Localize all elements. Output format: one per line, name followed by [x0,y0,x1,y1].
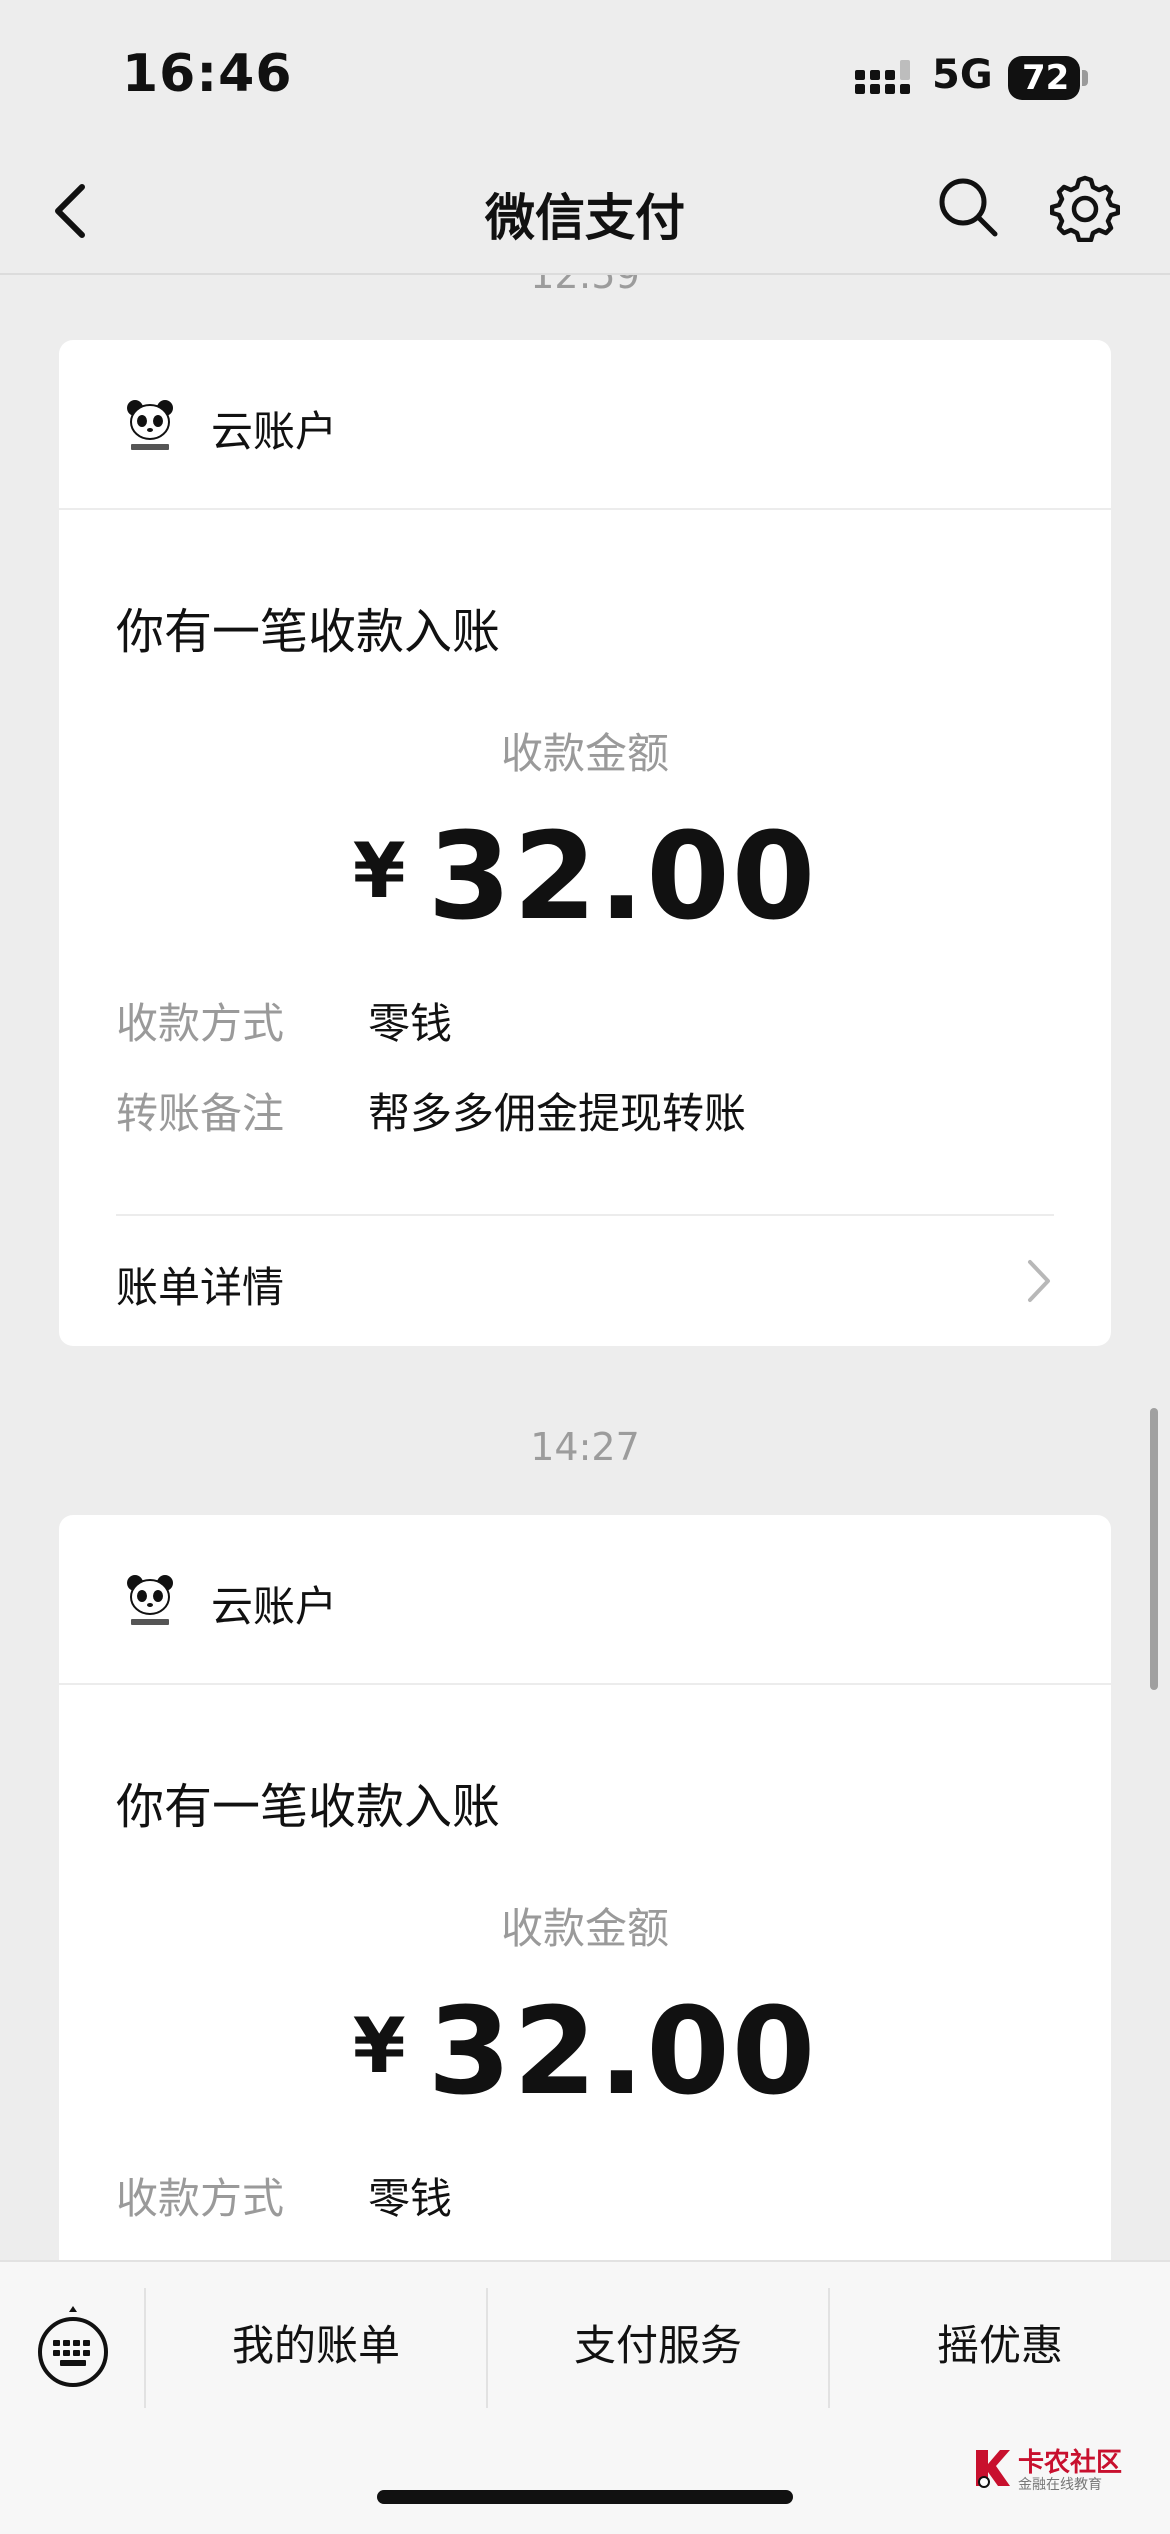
chevron-right-icon [1028,1260,1050,1302]
info-value: 零钱 [368,2174,453,2223]
amount-value: 32.00 [427,808,818,947]
gear-icon[interactable] [1050,172,1120,242]
panda-avatar-icon [127,400,173,450]
status-bar: 16:46 5G 72 [0,0,1170,150]
message-timestamp: 14:27 [530,1425,640,1469]
scrollbar[interactable] [1150,1408,1158,1690]
info-key: 转账备注 [116,1089,285,1138]
card-title: 你有一笔收款入账 [116,1779,501,1835]
bill-detail-label: 账单详情 [116,1263,285,1312]
merchant-name: 云账户 [211,407,338,456]
card-header: 云账户 [59,1515,1111,1685]
search-icon[interactable] [935,174,1001,240]
watermark: 卡农社区 金融在线教育 [972,2442,1162,2498]
battery-tip [1082,70,1088,86]
message-timestamp: 12:59 [530,275,640,297]
signal-icon [855,60,910,94]
card-header: 云账户 [59,340,1111,510]
info-row-method: 收款方式 零钱 [116,990,452,1051]
amount: ¥32.00 [59,1983,1111,2122]
menu-payment-services[interactable]: 支付服务 [488,2312,828,2373]
kanong-logo-icon [976,2450,1010,2488]
menu-shake-offers[interactable]: 摇优惠 [830,2312,1170,2373]
merchant-name: 云账户 [211,1582,338,1631]
battery-icon: 72 [1008,56,1080,100]
currency-symbol: ¥ [352,826,406,915]
payment-card[interactable]: 云账户 你有一笔收款入账 收款金额 ¥32.00 收款方式 零钱 [59,1515,1111,2260]
amount-label: 收款金额 [500,729,669,778]
amount: ¥32.00 [59,808,1111,947]
payment-card[interactable]: 云账户 你有一笔收款入账 收款金额 ¥32.00 收款方式 零钱 转账备注 帮多多佣… [59,340,1111,1346]
bill-detail-link[interactable]: 账单详情 [59,1216,1111,1346]
card-title: 你有一笔收款入账 [116,604,501,660]
info-row-remark: 转账备注 帮多多佣金提现转账 [116,1080,746,1141]
amount-value: 32.00 [427,1983,818,2122]
info-row-method: 收款方式 零钱 [116,2165,452,2226]
panda-avatar-icon [127,1575,173,1625]
nav-bar: 微信支付 [0,150,1170,275]
info-value: 帮多多佣金提现转账 [368,1089,747,1138]
bottom-menu-bar: 我的账单 支付服务 摇优惠 卡农社区 金融在线教育 [0,2260,1170,2534]
menu-my-bills[interactable]: 我的账单 [146,2312,486,2373]
info-key: 收款方式 [116,2174,285,2223]
watermark-tagline: 金融在线教育 [1018,2477,1102,2493]
network-type: 5G [932,52,993,98]
info-value: 零钱 [368,999,453,1048]
currency-symbol: ¥ [352,2001,406,2090]
status-time: 16:46 [122,44,293,104]
info-key: 收款方式 [116,999,285,1048]
amount-label: 收款金额 [500,1904,669,1953]
keyboard-icon[interactable] [30,2304,116,2390]
home-indicator[interactable] [377,2490,793,2504]
message-feed[interactable]: 12:59 云账户 你有一笔收款入账 收款金额 ¥32.00 收款方式 零钱 转账… [0,275,1170,2260]
